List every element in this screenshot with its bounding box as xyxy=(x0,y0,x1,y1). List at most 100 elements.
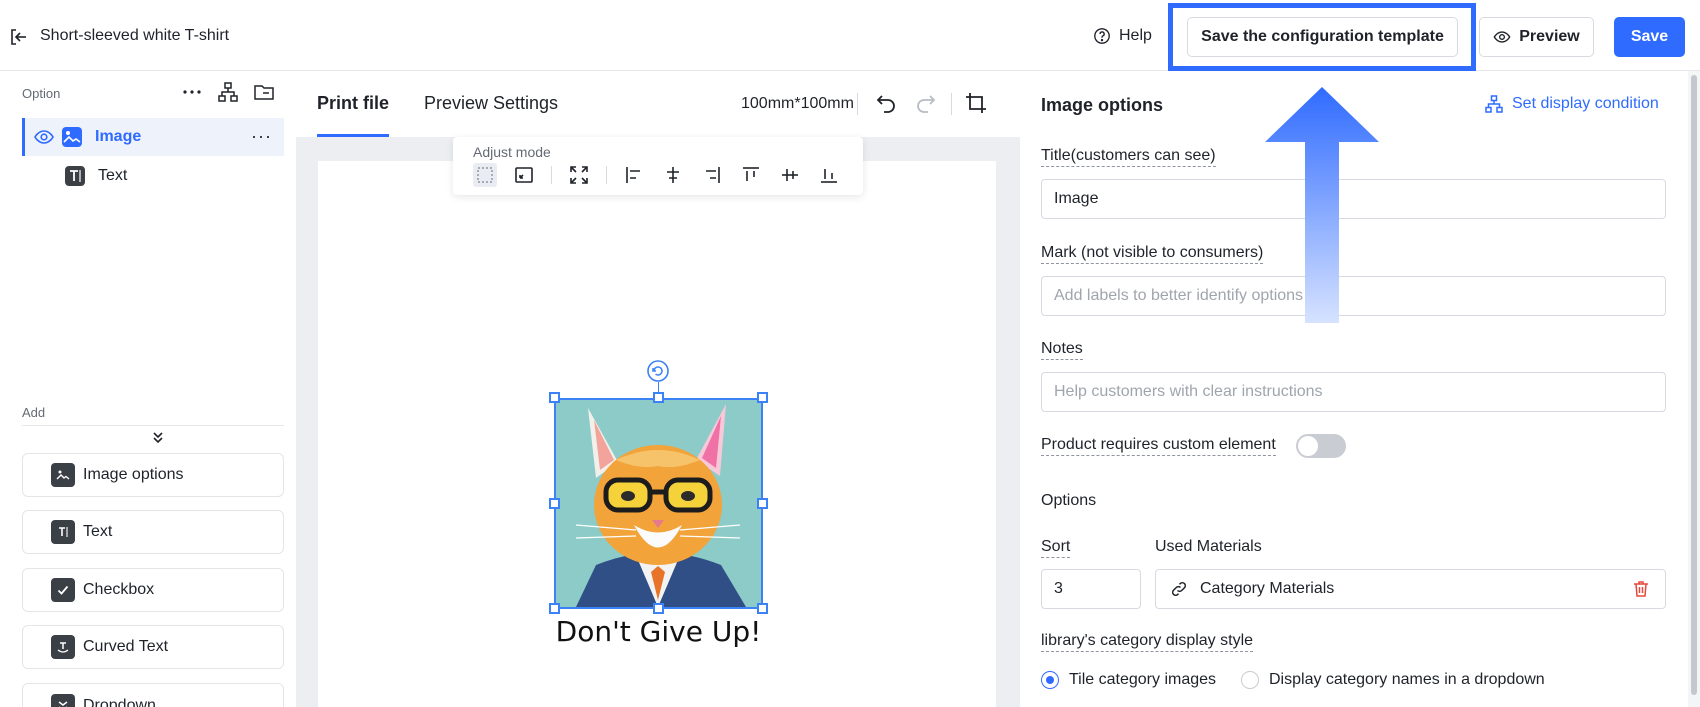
sort-label: Sort xyxy=(1041,538,1071,558)
left-panel: Option Image ··· Text Add Image options … xyxy=(0,71,296,707)
title-input[interactable] xyxy=(1041,179,1666,219)
add-dropdown-button[interactable]: Dropdown xyxy=(22,683,284,707)
material-selector[interactable]: Category Materials xyxy=(1155,569,1666,609)
add-curved-text-button[interactable]: Curved Text xyxy=(22,625,284,669)
exit-icon[interactable] xyxy=(9,27,29,47)
layer-item-text[interactable]: Text xyxy=(22,157,284,195)
align-top-button[interactable] xyxy=(739,163,763,187)
more-icon[interactable]: ··· xyxy=(251,126,272,147)
save-configuration-template-button[interactable]: Save the configuration template xyxy=(1187,17,1458,57)
link-icon xyxy=(1171,581,1187,597)
select-mode-button[interactable] xyxy=(473,163,497,187)
undo-icon[interactable] xyxy=(874,91,898,115)
material-value: Category Materials xyxy=(1200,580,1335,597)
preview-label: Preview xyxy=(1519,28,1580,45)
divider xyxy=(551,166,552,184)
option-tools xyxy=(181,81,275,103)
align-right-button[interactable] xyxy=(700,163,724,187)
trash-icon[interactable] xyxy=(1631,579,1651,599)
product-title: Short-sleeved white T-shirt xyxy=(40,27,230,44)
active-tab-indicator xyxy=(317,134,389,137)
help-link[interactable]: Help xyxy=(1093,27,1152,45)
redo-icon[interactable] xyxy=(914,91,938,115)
sort-input[interactable] xyxy=(1041,569,1141,609)
crop-icon[interactable] xyxy=(964,91,988,115)
resize-handle[interactable] xyxy=(653,603,664,614)
save-button[interactable]: Save xyxy=(1614,17,1685,57)
title-field-label: Title(customers can see) xyxy=(1041,147,1216,167)
help-label: Help xyxy=(1119,27,1152,44)
panel-title: Image options xyxy=(1041,95,1164,115)
divider xyxy=(951,93,952,115)
radio-category-dropdown[interactable]: Display category names in a dropdown xyxy=(1241,671,1545,689)
option-section-label: Option xyxy=(22,86,61,101)
add-text-button[interactable]: Text xyxy=(22,510,284,554)
radio-button[interactable] xyxy=(1041,671,1059,689)
resize-mode-button[interactable] xyxy=(512,163,536,187)
dropdown-icon xyxy=(51,693,75,707)
expand-icon xyxy=(570,166,588,184)
add-item-label: Curved Text xyxy=(83,638,169,655)
notes-field-label: Notes xyxy=(1041,340,1083,360)
align-top-icon xyxy=(743,167,759,181)
adjust-buttons xyxy=(473,163,856,187)
adjust-mode-toolbar: Adjust mode xyxy=(453,137,863,195)
add-checkbox-button[interactable]: Checkbox xyxy=(22,568,284,612)
text-icon xyxy=(51,520,75,544)
eye-icon[interactable] xyxy=(33,126,55,148)
hierarchy-icon xyxy=(1485,95,1503,113)
fit-button[interactable] xyxy=(567,163,591,187)
resize-handle[interactable] xyxy=(549,603,560,614)
image-icon xyxy=(62,127,82,147)
top-bar: Short-sleeved white T-shirt Help Save th… xyxy=(0,0,1700,71)
resize-handle[interactable] xyxy=(549,498,560,509)
add-item-label: Checkbox xyxy=(83,581,155,598)
rotate-icon[interactable] xyxy=(647,360,669,382)
radio-tile-category-images[interactable]: Tile category images xyxy=(1041,671,1216,689)
text-icon xyxy=(65,166,85,186)
curved-text-icon xyxy=(51,635,75,659)
question-circle-icon xyxy=(1094,28,1110,44)
right-panel: Image options Set display condition Titl… xyxy=(1020,71,1688,707)
tab-print-file[interactable]: Print file xyxy=(317,93,389,114)
display-style-label: library's category display style xyxy=(1041,632,1254,652)
align-left-button[interactable] xyxy=(622,163,646,187)
scrollbar-thumb[interactable] xyxy=(1691,75,1697,695)
toggle-knob xyxy=(1298,436,1318,456)
image-icon xyxy=(51,463,75,487)
divider xyxy=(606,166,607,184)
layer-item-image[interactable]: Image ··· xyxy=(22,118,284,156)
tab-preview-settings[interactable]: Preview Settings xyxy=(424,93,558,114)
resize-handle[interactable] xyxy=(653,392,664,403)
canvas-dimensions: 100mm*100mm xyxy=(741,95,854,112)
custom-element-toggle[interactable] xyxy=(1296,434,1346,458)
add-item-label: Text xyxy=(83,523,113,540)
align-left-icon xyxy=(626,167,640,183)
radio-button[interactable] xyxy=(1241,671,1259,689)
set-display-condition-link[interactable]: Set display condition xyxy=(1484,94,1659,114)
align-right-icon xyxy=(706,167,720,183)
canvas-region: Print file Preview Settings 100mm*100mm … xyxy=(296,71,1020,707)
notes-input[interactable] xyxy=(1041,372,1666,412)
chevron-double-down-icon[interactable] xyxy=(150,430,166,446)
preview-button[interactable]: Preview xyxy=(1479,17,1594,57)
add-item-label: Dropdown xyxy=(83,696,156,707)
dashed-select-icon xyxy=(477,167,493,183)
design-caption-text[interactable]: Don't Give Up! xyxy=(554,615,763,648)
add-image-options-button[interactable]: Image options xyxy=(22,453,284,497)
resize-handle[interactable] xyxy=(757,392,768,403)
align-bottom-button[interactable] xyxy=(817,163,841,187)
resize-handle[interactable] xyxy=(757,603,768,614)
more-icon[interactable] xyxy=(181,81,203,103)
eye-icon xyxy=(1493,31,1511,43)
resize-handle[interactable] xyxy=(549,392,560,403)
mark-input[interactable] xyxy=(1041,276,1666,316)
folder-icon[interactable] xyxy=(253,81,275,103)
scrollbar[interactable] xyxy=(1688,71,1700,707)
align-center-h-button[interactable] xyxy=(661,163,685,187)
align-center-v-button[interactable] xyxy=(778,163,802,187)
resize-handle[interactable] xyxy=(757,498,768,509)
set-display-condition-label: Set display condition xyxy=(1512,95,1659,112)
used-materials-label: Used Materials xyxy=(1155,538,1262,555)
hierarchy-icon[interactable] xyxy=(217,81,239,103)
